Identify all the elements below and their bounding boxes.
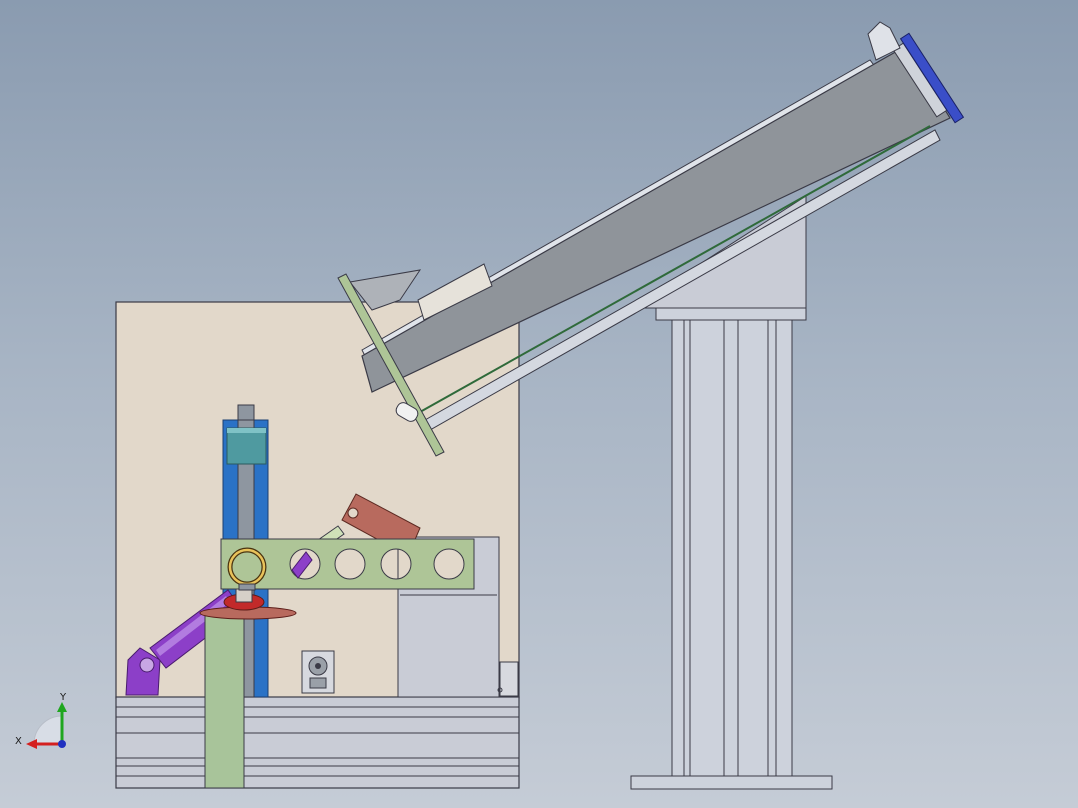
coordinate-triad: Y X	[15, 692, 67, 749]
column-base-plate	[630, 775, 833, 790]
green-post[interactable]	[204, 611, 245, 789]
rotary-sensor[interactable]	[301, 650, 335, 694]
plate-hole-3	[380, 548, 412, 580]
plate-hole-4	[433, 548, 465, 580]
triad-y-label: Y	[59, 692, 67, 703]
cad-assembly-drawing: Y X	[15, 21, 965, 790]
conveyor-belt-body	[361, 45, 951, 393]
column-top-plate	[655, 307, 807, 321]
triad-x-label: X	[15, 736, 22, 747]
base-frame	[115, 696, 520, 789]
support-column[interactable]	[630, 195, 833, 790]
cad-viewport[interactable]: Y X	[0, 0, 1078, 808]
plate-hole-2	[334, 548, 366, 580]
cyan-clamp-block	[226, 427, 267, 465]
